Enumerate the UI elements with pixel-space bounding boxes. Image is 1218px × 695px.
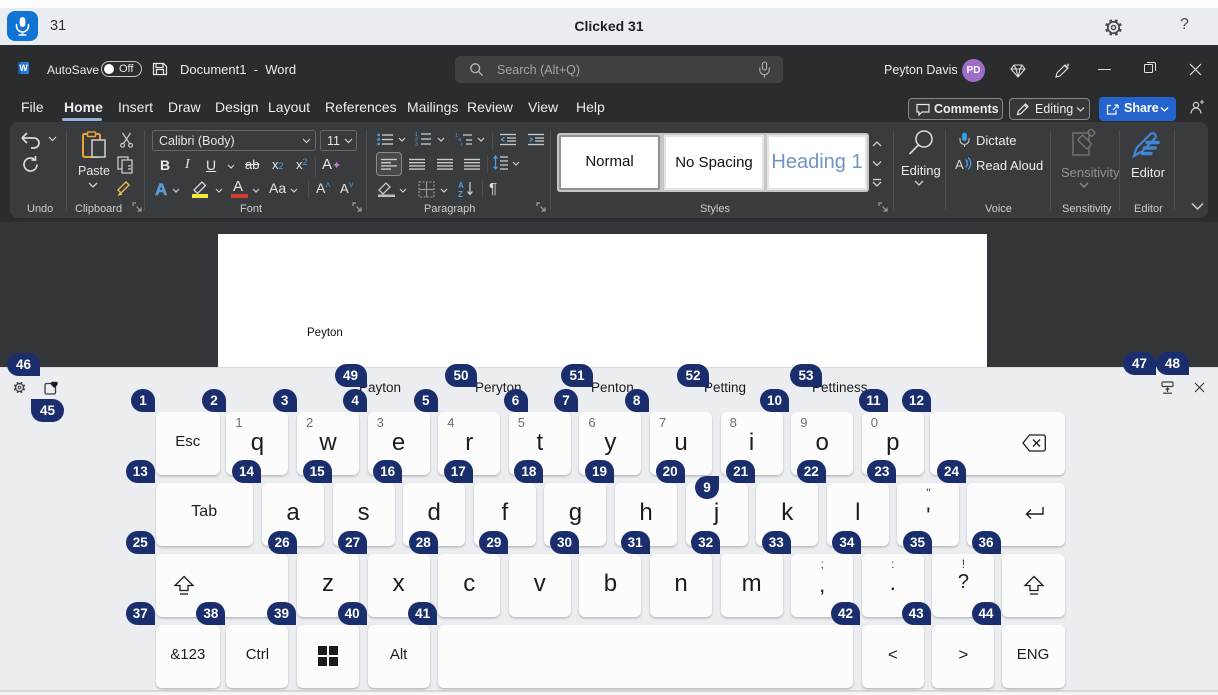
svg-text:A: A xyxy=(458,181,464,190)
svg-text:3: 3 xyxy=(415,142,418,146)
svg-text:A: A xyxy=(955,157,964,171)
svg-text:Z: Z xyxy=(458,190,463,197)
svg-text:i: i xyxy=(461,142,462,146)
